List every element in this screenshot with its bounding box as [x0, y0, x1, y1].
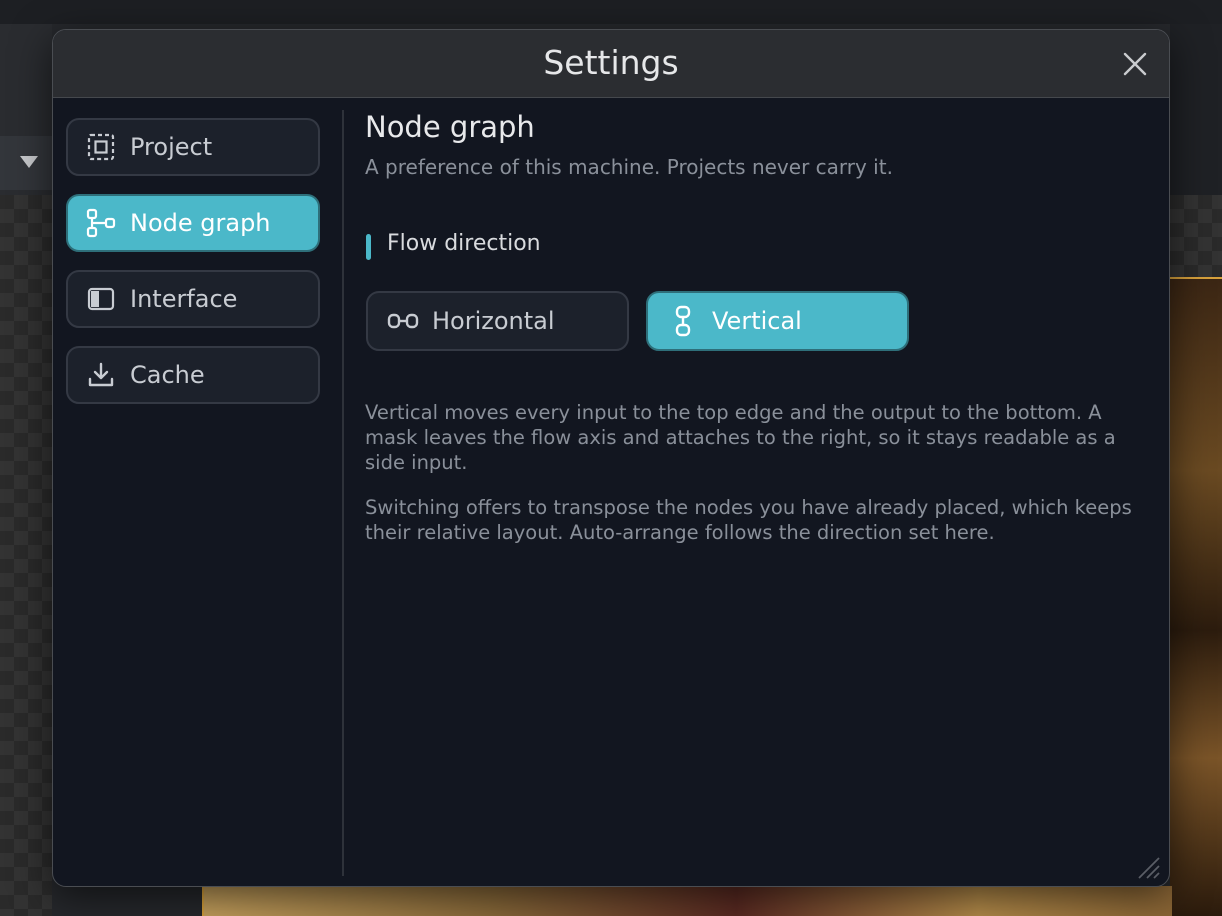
sidebar-item-label: Cache	[130, 361, 205, 389]
sidebar-item-label: Interface	[130, 285, 238, 313]
app-canvas-checkerboard	[0, 195, 52, 916]
description-paragraph: Vertical moves every input to the top ed…	[365, 401, 1116, 474]
node-graph-icon	[86, 208, 116, 238]
app-viewer-checkerboard	[1170, 195, 1222, 277]
sidebar-item-label: Project	[130, 133, 213, 161]
settings-content: Node graph A preference of this machine.…	[365, 98, 1155, 878]
close-icon	[1123, 52, 1147, 76]
flow-vertical-button[interactable]: Vertical	[646, 291, 909, 351]
section-title: Flow direction	[387, 231, 541, 256]
sidebar-item-project[interactable]: Project	[66, 118, 320, 176]
sidebar-item-interface[interactable]: Interface	[66, 270, 320, 328]
interface-panel-icon	[86, 284, 116, 314]
project-frame-icon	[86, 132, 116, 162]
sidebar-divider	[342, 110, 344, 876]
dialog-header: Settings	[53, 30, 1169, 98]
option-label: Vertical	[712, 307, 802, 335]
horizontal-flow-icon	[386, 304, 420, 338]
option-label: Horizontal	[432, 307, 555, 335]
settings-dialog: Settings Project Node graph Interface Ca…	[52, 29, 1170, 887]
settings-sidebar: Project Node graph Interface Cache	[53, 98, 343, 886]
app-top-bar	[0, 0, 1222, 24]
close-button[interactable]	[1121, 50, 1149, 78]
resize-grip-icon[interactable]	[1135, 854, 1161, 880]
dialog-title: Settings	[543, 43, 679, 82]
page-title: Node graph	[365, 110, 535, 144]
download-icon	[86, 360, 116, 390]
page-subtitle: A preference of this machine. Projects n…	[365, 155, 893, 179]
vertical-flow-icon	[666, 304, 700, 338]
app-viewer-image-bottom	[202, 886, 1172, 916]
description-paragraph: Switching offers to transpose the nodes …	[365, 496, 1132, 544]
section-accent-bar	[366, 234, 371, 260]
sidebar-item-node-graph[interactable]: Node graph	[66, 194, 320, 252]
sidebar-item-label: Node graph	[130, 209, 271, 237]
chevron-down-icon[interactable]	[20, 156, 38, 168]
sidebar-item-cache[interactable]: Cache	[66, 346, 320, 404]
app-viewer-image	[1170, 277, 1222, 916]
flow-horizontal-button[interactable]: Horizontal	[366, 291, 629, 351]
